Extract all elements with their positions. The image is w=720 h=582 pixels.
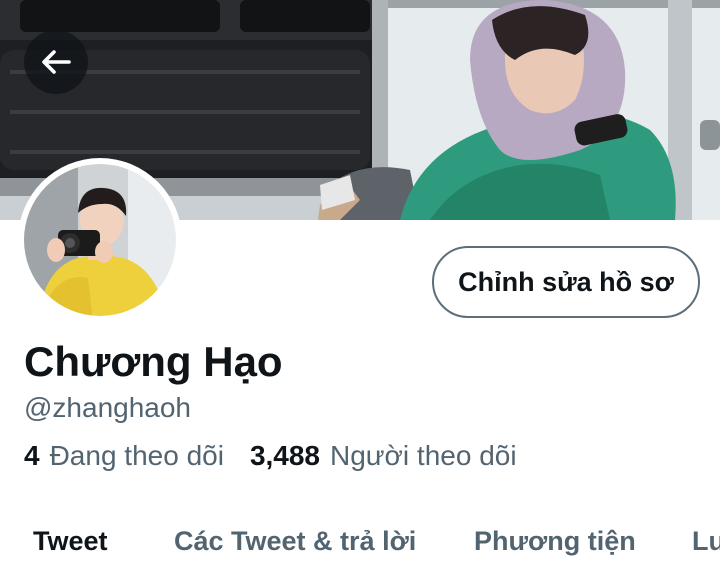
following-count: 4 <box>24 440 40 471</box>
tab-media[interactable]: Phương tiện <box>474 526 636 557</box>
followers-count: 3,488 <box>249 440 321 471</box>
following-link[interactable]: 4 Đang theo dõi <box>24 440 224 472</box>
display-name: Chương Hạo <box>24 338 283 385</box>
tab-tweets[interactable]: Tweet <box>33 526 108 557</box>
back-button[interactable] <box>24 30 88 94</box>
tab-likes[interactable]: Lư <box>692 526 720 557</box>
username-handle: @zhanghaoh <box>24 392 192 423</box>
follow-stats: 4 Đang theo dõi 3,488 Người theo dõi <box>24 440 517 474</box>
profile-page: Chỉnh sửa hồ sơ Chương Hạo @zhanghaoh 4 … <box>0 0 720 582</box>
tab-tweets-and-replies[interactable]: Các Tweet & trả lời <box>174 526 416 557</box>
edit-profile-button[interactable]: Chỉnh sửa hồ sơ <box>432 246 700 318</box>
profile-tabs: Tweet Các Tweet & trả lời Phương tiện Lư <box>0 520 720 582</box>
edit-profile-label: Chỉnh sửa hồ sơ <box>458 266 674 297</box>
avatar[interactable] <box>18 158 182 322</box>
followers-label: Người theo dõi <box>330 440 517 471</box>
avatar-photo <box>20 160 180 320</box>
followers-link[interactable]: 3,488 Người theo dõi <box>250 440 517 472</box>
arrow-left-icon <box>42 50 71 74</box>
following-label: Đang theo dõi <box>49 440 224 471</box>
